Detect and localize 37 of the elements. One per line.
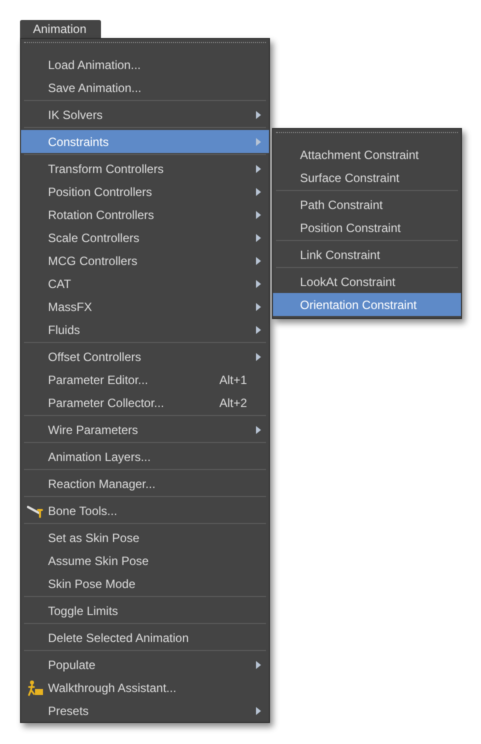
menu-item[interactable]: Constraints [21,130,269,153]
menu-item[interactable]: Skin Pose Mode [21,572,269,595]
menu-item[interactable]: Transform Controllers [21,157,269,180]
menu-item[interactable]: Delete Selected Animation [21,626,269,649]
menu-item[interactable]: Walkthrough Assistant... [21,676,269,699]
menu-item[interactable]: Parameter Collector... Alt+2 [21,391,269,414]
menu-item[interactable]: Bone Tools... [21,499,269,522]
submenu-item[interactable]: LookAt Constraint [273,270,461,293]
submenu-item[interactable]: Position Constraint [273,216,461,239]
menu-item[interactable]: Fluids [21,318,269,341]
menu-item[interactable]: Load Animation... [21,53,269,76]
submenu-item[interactable]: Orientation Constraint [273,293,461,316]
menu-item[interactable]: Scale Controllers [21,226,269,249]
menu-item[interactable]: IK Solvers [21,103,269,126]
menu-title[interactable]: Animation [20,20,101,38]
menu-item[interactable]: Animation Layers... [21,445,269,468]
menu-item[interactable]: MCG Controllers [21,249,269,272]
walking-figure-icon [27,680,44,696]
menu-item[interactable]: Presets [21,699,269,722]
menu-item[interactable]: Set as Skin Pose [21,526,269,549]
menu-item[interactable]: Save Animation... [21,76,269,99]
menu-item[interactable]: MassFX [21,295,269,318]
menu-item[interactable]: Wire Parameters [21,418,269,441]
menu-item[interactable]: Assume Skin Pose [21,549,269,572]
menu-item[interactable]: Toggle Limits [21,599,269,622]
menu-item[interactable]: Reaction Manager... [21,472,269,495]
menu-item[interactable]: CAT [21,272,269,295]
submenu-item[interactable]: Link Constraint [273,243,461,266]
menu-item[interactable]: Parameter Editor... Alt+1 [21,368,269,391]
submenu-item[interactable]: Surface Constraint [273,166,461,189]
menu-item[interactable]: Position Controllers [21,180,269,203]
submenu-item[interactable]: Path Constraint [273,193,461,216]
submenu-item[interactable]: Attachment Constraint [273,143,461,166]
menu-item[interactable]: Populate [21,653,269,676]
menu-item[interactable]: Offset Controllers [21,345,269,368]
bone-tool-icon [27,504,44,518]
menu-item[interactable]: Rotation Controllers [21,203,269,226]
